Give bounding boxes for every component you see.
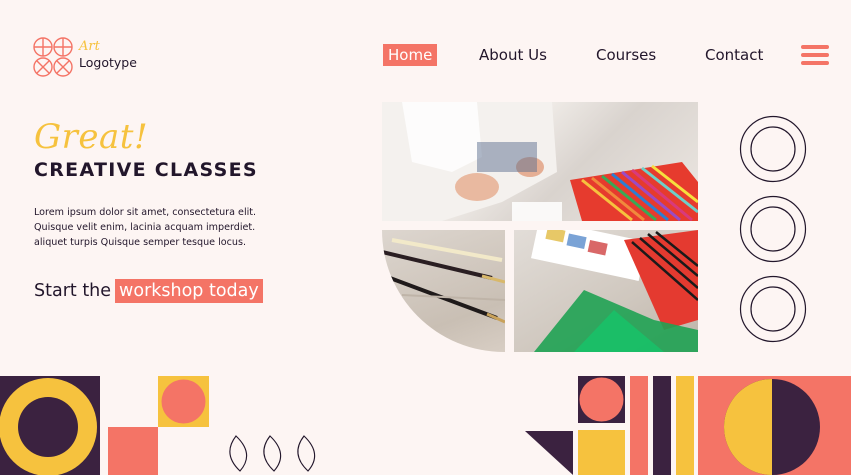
nav-courses[interactable]: Courses — [596, 44, 656, 66]
bottom-left-geometric-decoration — [0, 376, 316, 475]
logo-icon[interactable] — [33, 37, 73, 77]
ring-decoration-icon — [739, 275, 807, 343]
hamburger-menu-icon[interactable] — [801, 45, 829, 65]
workshop-cta-button[interactable]: workshop today — [115, 279, 263, 303]
cta-prefix: Start the — [34, 281, 112, 301]
nav-about-us[interactable]: About Us — [479, 44, 547, 66]
nav-home[interactable]: Home — [383, 44, 438, 66]
ring-decoration-icon — [739, 115, 807, 183]
hero-eyebrow: Great! — [34, 117, 149, 157]
logo-name[interactable]: Logotype — [79, 56, 137, 70]
hero-headline: CREATIVE CLASSES — [34, 159, 258, 181]
logo-script-text: Art — [79, 39, 100, 54]
hero-body-line: Lorem ipsum dolor sit amet, consectetura… — [34, 207, 257, 218]
gallery-image-pencils — [514, 230, 698, 352]
hero-body-line: aliquet turpis Quisque semper tesque loc… — [34, 237, 247, 248]
hero-body-line: Quisque velit enim, lacinia acquam imper… — [34, 222, 256, 233]
cta-line: Start the workshop today — [34, 279, 263, 303]
nav-contact[interactable]: Contact — [705, 44, 763, 66]
ring-decoration-icon — [739, 195, 807, 263]
bottom-right-geometric-decoration — [525, 376, 851, 475]
gallery-image-supplies — [382, 102, 698, 221]
gallery-image-brushes — [382, 230, 505, 352]
hero-body: Lorem ipsum dolor sit amet, consectetura… — [34, 205, 274, 250]
